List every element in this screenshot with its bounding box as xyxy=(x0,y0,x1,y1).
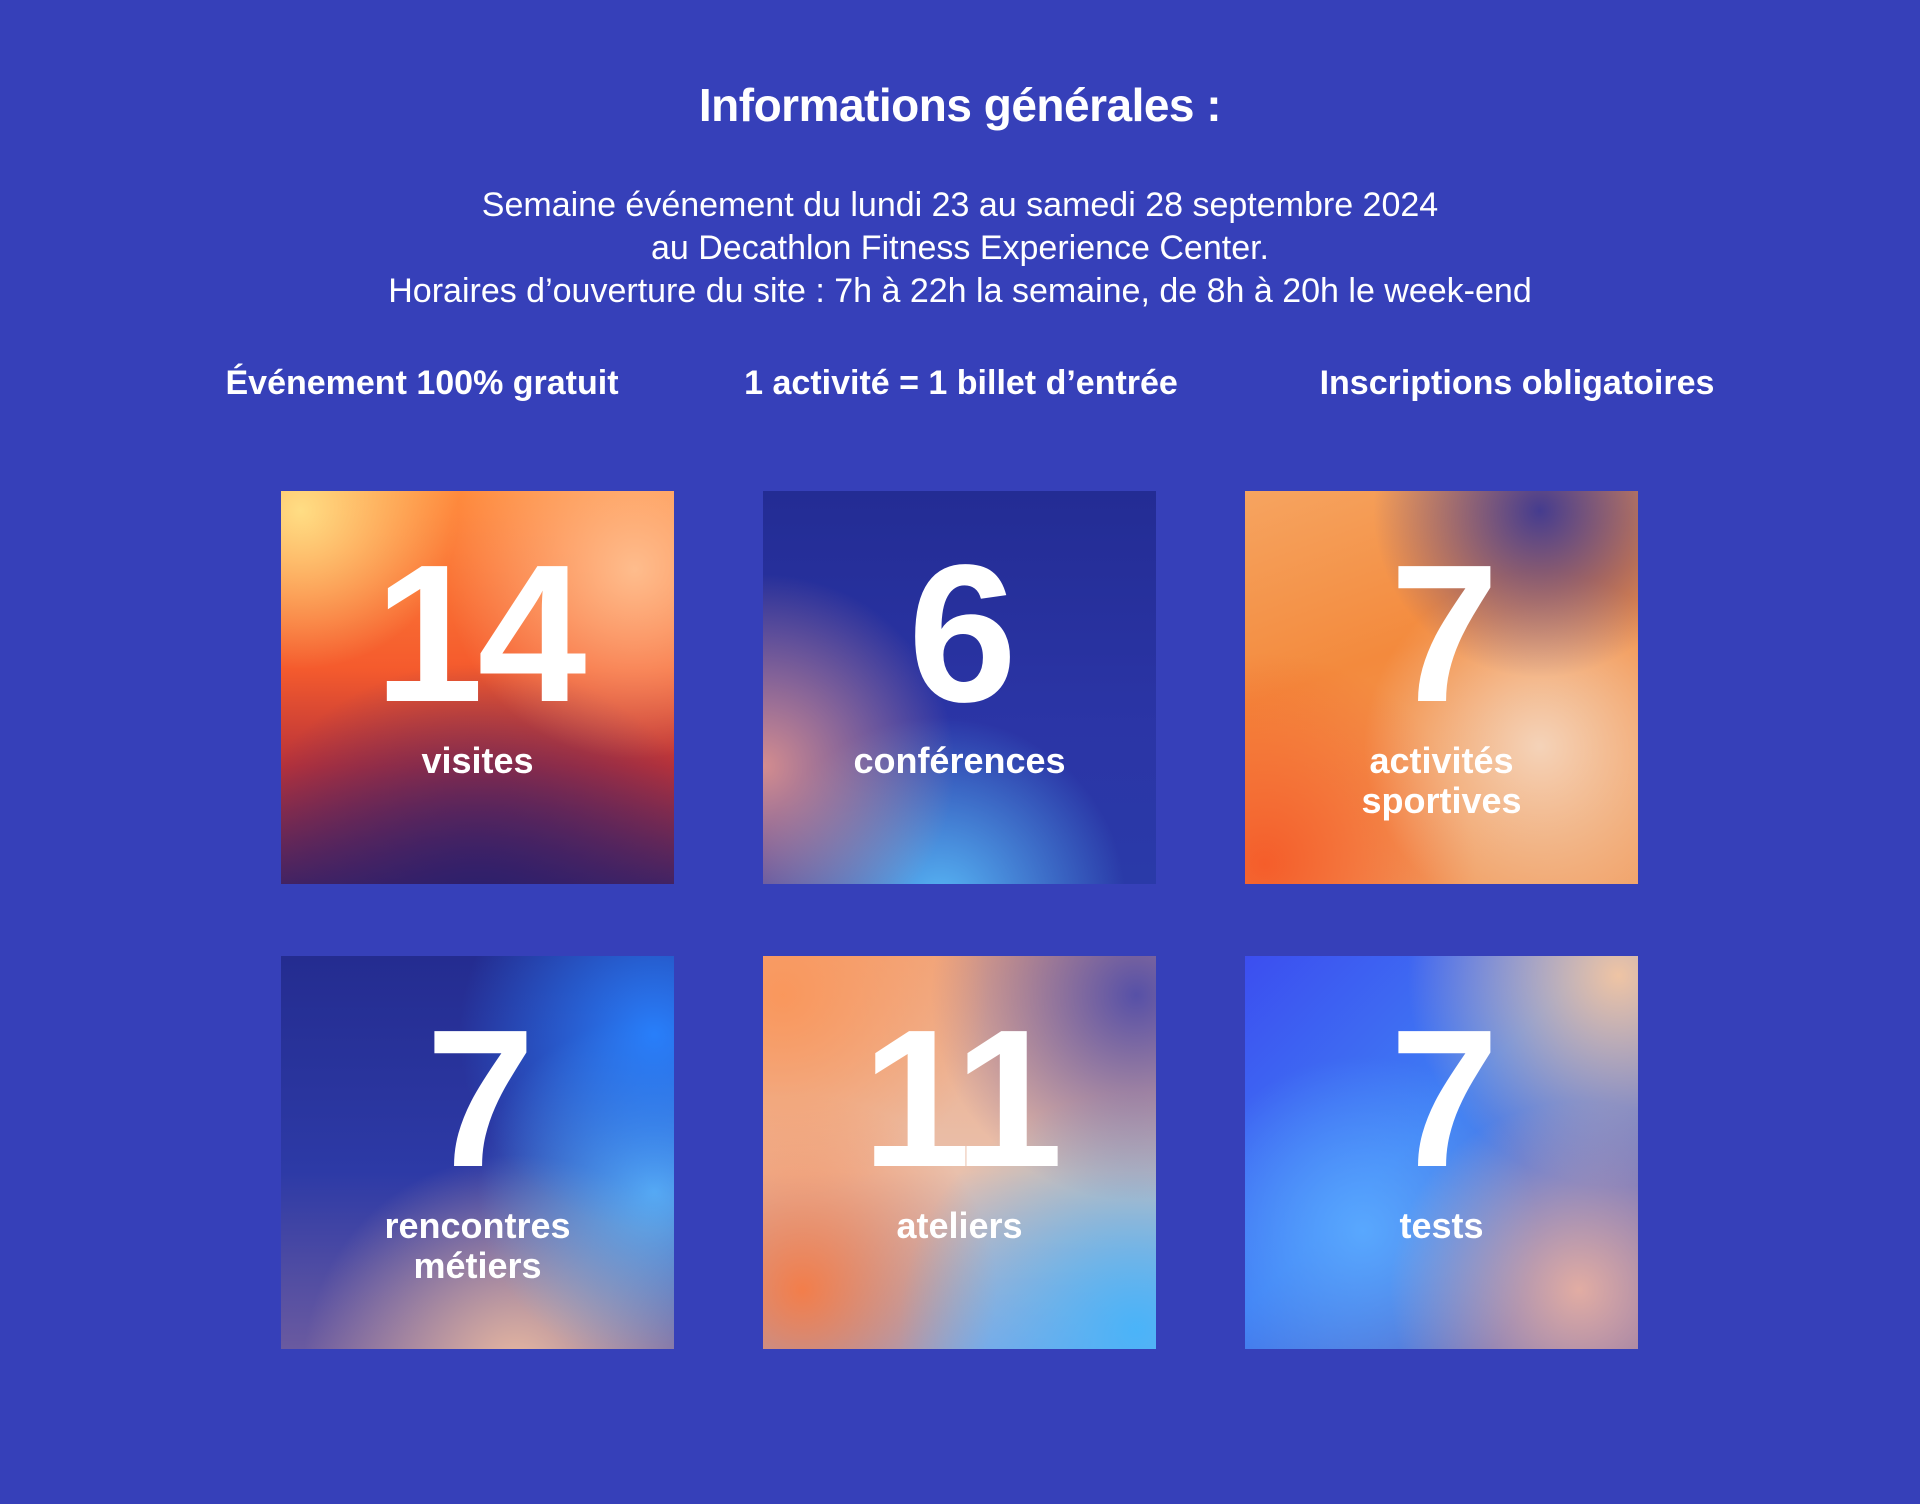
stat-tile-ateliers: 11 ateliers xyxy=(763,956,1156,1349)
event-intro: Semaine événement du lundi 23 au samedi … xyxy=(0,184,1920,313)
stat-tile-activites-sportives: 7 activités sportives xyxy=(1245,491,1638,884)
stat-number: 7 xyxy=(425,989,535,1208)
stat-number: 6 xyxy=(907,524,1017,743)
highlight-ticket-rule: 1 activité = 1 billet d’entrée xyxy=(744,364,1178,402)
stat-label: visites xyxy=(421,740,534,781)
event-location: au Decathlon Fitness Experience Center. xyxy=(650,229,1269,267)
stat-tile-rencontres-metiers: 7 rencontres métiers xyxy=(281,956,674,1349)
page-title: Informations générales : xyxy=(698,79,1222,131)
opening-hours: Horaires d’ouverture du site : 7h à 22h … xyxy=(388,272,1532,310)
stat-label: conférences xyxy=(853,740,1066,781)
stat-number: 14 xyxy=(374,524,586,743)
stat-label: activités sportives xyxy=(1361,740,1522,821)
stat-tile-tests: 7 tests xyxy=(1245,956,1638,1349)
highlight-registration: Inscriptions obligatoires xyxy=(1319,364,1715,402)
highlight-free-event: Événement 100% gratuit xyxy=(225,364,619,402)
stat-number: 11 xyxy=(861,989,1063,1208)
highlights: Événement 100% gratuit 1 activité = 1 bi… xyxy=(0,364,1920,414)
stat-number: 7 xyxy=(1389,989,1499,1208)
stat-number: 7 xyxy=(1389,524,1499,743)
stat-tile-conferences: 6 conférences xyxy=(763,491,1156,884)
stat-label: rencontres métiers xyxy=(384,1205,571,1286)
stat-label: tests xyxy=(1399,1205,1484,1246)
event-dates: Semaine événement du lundi 23 au samedi … xyxy=(481,186,1439,224)
stat-tile-visites: 14 visites xyxy=(281,491,674,884)
stat-label: ateliers xyxy=(896,1205,1023,1246)
